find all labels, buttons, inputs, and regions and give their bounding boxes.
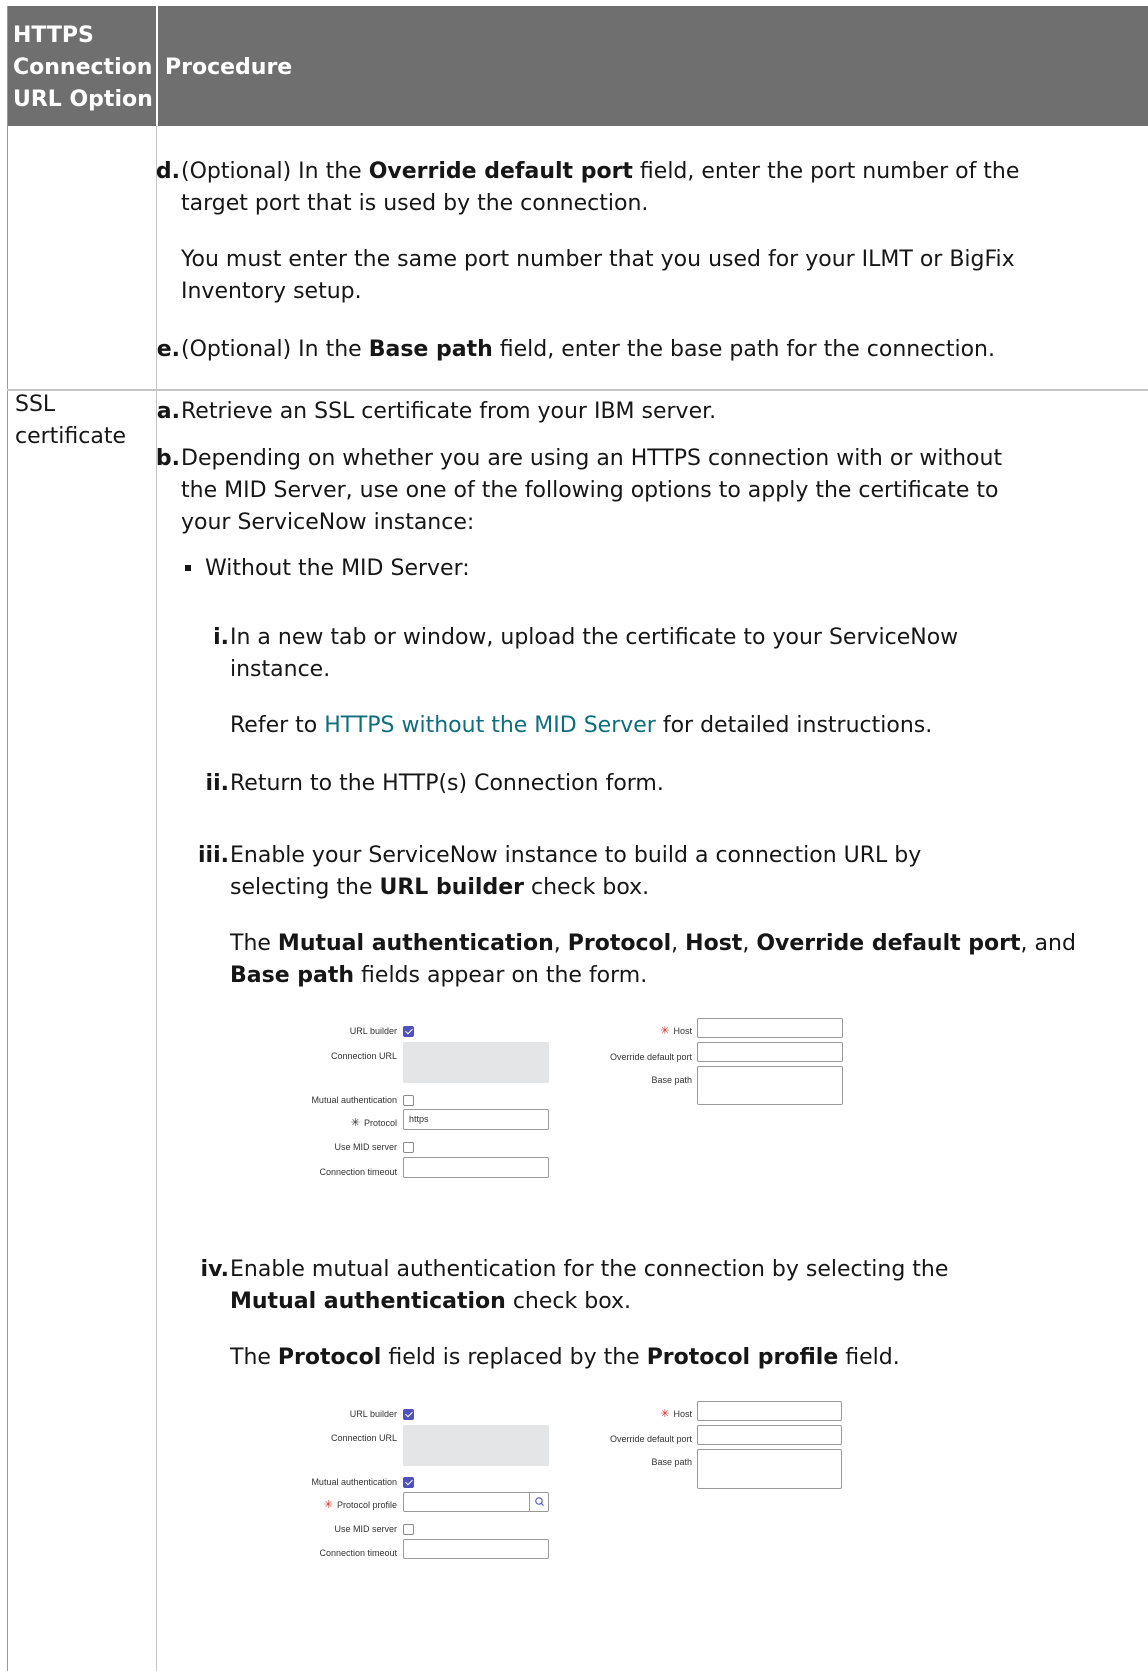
base-path-input[interactable] — [697, 1066, 843, 1105]
step-b-line: your ServiceNow instance: — [181, 510, 475, 535]
required-icon: ✳ — [350, 1117, 360, 1129]
substep-iii-line: Enable your ServiceNow instance to build… — [230, 843, 922, 868]
mutual-auth-checkbox[interactable] — [403, 1477, 414, 1488]
step-e-text: (Optional) In the Base path field, enter… — [181, 337, 995, 362]
step-marker: a. — [156, 399, 180, 424]
step-d-note: You must enter the same port number that… — [181, 247, 1015, 272]
step-d-line1: (Optional) In the Override default port … — [181, 159, 1020, 184]
url-builder-checkbox[interactable] — [403, 1409, 414, 1420]
override-port-input[interactable] — [697, 1042, 843, 1062]
step-marker: e. — [156, 337, 180, 362]
substep-i-refer: Refer to HTTPS without the MID Server fo… — [230, 713, 933, 738]
option-ssl-certificate: SSL certificate — [15, 389, 150, 453]
base-path-input[interactable] — [697, 1449, 842, 1489]
field-label: Override default port — [609, 1052, 692, 1062]
protocol-profile-input[interactable] — [403, 1492, 549, 1512]
substep-marker: iv. — [200, 1257, 229, 1282]
substep-ii-text: Return to the HTTP(s) Connection form. — [230, 771, 664, 796]
substep-i-line: In a new tab or window, upload the certi… — [230, 625, 959, 650]
step-b-line: the MID Server, use one of the following… — [181, 478, 999, 503]
step-a-text: Retrieve an SSL certificate from your IB… — [181, 399, 717, 424]
search-icon[interactable] — [529, 1493, 548, 1511]
substep-iv-result: The Protocol field is replaced by the Pr… — [230, 1345, 900, 1370]
required-icon: ✳ — [323, 1499, 333, 1511]
option-line: SSL — [15, 392, 56, 417]
header-option-line: HTTPS — [13, 23, 94, 48]
field-label: Connection timeout — [319, 1167, 397, 1177]
connection-timeout-input[interactable] — [403, 1539, 549, 1559]
connection-url-field — [403, 1042, 549, 1083]
protocol-value: https — [409, 1114, 429, 1124]
field-label: ✳ Protocol — [350, 1117, 397, 1129]
row-divider — [7, 389, 1148, 391]
use-mid-checkbox[interactable] — [403, 1524, 414, 1535]
connection-timeout-input[interactable] — [403, 1157, 549, 1178]
table-header: HTTPS Connection URL Option Procedure — [7, 6, 1148, 126]
field-label: Mutual authentication — [311, 1477, 397, 1487]
step-d-note: Inventory setup. — [181, 279, 362, 304]
mutual-auth-checkbox[interactable] — [403, 1095, 414, 1106]
step-d-line2: target port that is used by the connecti… — [181, 191, 649, 216]
protocol-input[interactable]: https — [403, 1109, 549, 1130]
bullet-text: Without the MID Server: — [205, 556, 470, 581]
step-marker: b. — [155, 446, 180, 471]
override-port-input[interactable] — [697, 1425, 842, 1445]
field-label: ✳ Protocol profile — [323, 1499, 397, 1511]
field-label: Mutual authentication — [311, 1095, 397, 1105]
header-option-line: Connection — [13, 55, 153, 80]
field-label: Connection URL — [330, 1051, 397, 1061]
field-label: Use MID server — [334, 1524, 397, 1534]
header-option-line: URL Option — [13, 87, 153, 112]
field-label: Base path — [651, 1457, 692, 1467]
field-label: Use MID server — [334, 1142, 397, 1152]
substep-marker: ii. — [205, 771, 229, 796]
host-input[interactable] — [697, 1018, 843, 1038]
header-procedure: Procedure — [165, 55, 293, 80]
https-without-mid-link[interactable]: HTTPS without the MID Server — [324, 713, 656, 738]
substep-iii-result: The Mutual authentication, Protocol, Hos… — [230, 931, 1076, 956]
substep-iv-line: Enable mutual authentication for the con… — [230, 1257, 949, 1282]
header-option: HTTPS Connection URL Option — [13, 20, 153, 116]
field-label: Connection timeout — [319, 1548, 397, 1558]
substep-marker: i. — [213, 625, 229, 650]
field-label: ✳ Host — [660, 1408, 692, 1420]
step-marker: d. — [155, 159, 180, 184]
host-input[interactable] — [697, 1401, 842, 1421]
field-label: Connection URL — [330, 1433, 397, 1443]
field-label: Override default port — [609, 1434, 692, 1444]
field-label: URL builder — [349, 1026, 397, 1036]
use-mid-checkbox[interactable] — [403, 1142, 414, 1153]
field-label: Base path — [651, 1075, 692, 1085]
url-builder-checkbox[interactable] — [403, 1026, 414, 1037]
substep-marker: iii. — [198, 843, 229, 868]
required-icon: ✳ — [660, 1408, 670, 1420]
step-b-line: Depending on whether you are using an HT… — [181, 446, 1003, 471]
field-label: URL builder — [349, 1409, 397, 1419]
substep-i-line: instance. — [230, 657, 331, 682]
substep-iv-line: Mutual authentication check box. — [230, 1289, 631, 1314]
bullet-icon — [185, 565, 191, 571]
required-icon: ✳ — [660, 1025, 670, 1037]
substep-iii-line: selecting the URL builder check box. — [230, 875, 650, 900]
procedure-table: HTTPS Connection URL Option Procedure d.… — [7, 6, 1148, 1671]
connection-url-field — [403, 1425, 549, 1466]
field-label: ✳ Host — [660, 1025, 692, 1037]
option-line: certificate — [15, 424, 127, 449]
substep-iii-result: Base path fields appear on the form. — [230, 963, 648, 988]
